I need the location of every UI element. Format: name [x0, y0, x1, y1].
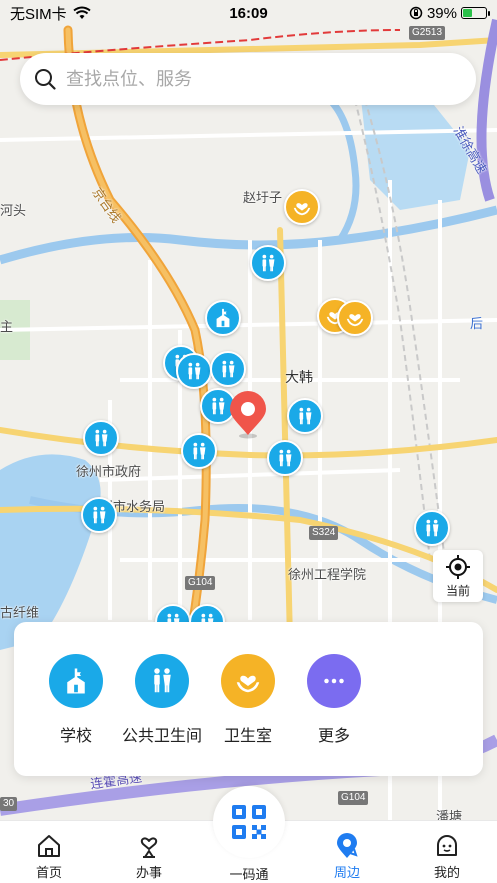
restroom-icon: [93, 506, 106, 524]
crosshair-icon: [446, 554, 470, 579]
category-school[interactable]: 学校: [26, 654, 126, 746]
road-badge-s324: S324: [309, 526, 339, 540]
restroom-pin[interactable]: [250, 245, 286, 281]
restroom-pin[interactable]: [287, 398, 323, 434]
tab-home[interactable]: 首页: [9, 821, 89, 883]
school-icon: [216, 308, 230, 328]
road-badge-g104-a: G104: [185, 576, 216, 590]
orientation-lock-icon: [409, 6, 423, 20]
tab-code-label: 一码通: [229, 867, 269, 882]
restroom-pin[interactable]: [210, 351, 246, 387]
status-bar: 无SIM卡 16:09 39%: [0, 0, 497, 26]
restroom-icon: [262, 254, 275, 272]
battery-percent: 39%: [426, 4, 457, 22]
locate-label: 当前: [445, 583, 470, 598]
restroom-pin[interactable]: [176, 353, 212, 389]
map-label-engineering-college: 徐州工程学院: [288, 567, 367, 582]
restroom-icon: [426, 519, 439, 537]
tab-label: 首页: [35, 865, 62, 880]
category-restroom[interactable]: 公共卫生间: [112, 654, 212, 746]
category-label: 学校: [59, 728, 92, 745]
battery-fill: [463, 9, 472, 17]
road-badge-g104-b: G104: [338, 791, 369, 805]
clinic-icon: [236, 675, 260, 693]
current-location-marker: [230, 391, 266, 439]
road-badge-g30: 30: [0, 797, 18, 811]
restroom-icon: [154, 668, 171, 693]
locate-current-button[interactable]: 当前: [433, 550, 483, 602]
map-label-zhu: 主: [0, 319, 14, 334]
search-input[interactable]: [66, 59, 476, 99]
school-category-icon: [49, 654, 103, 708]
more-category-icon: [307, 654, 361, 708]
restroom-icon: [279, 449, 292, 467]
map-label-zhao-yuzi: 赵圩子: [243, 190, 283, 205]
clinic-icon: [346, 314, 364, 327]
qr-code-icon: [232, 805, 266, 839]
restroom-icon: [212, 397, 225, 415]
school-icon: [67, 668, 85, 694]
restroom-pin[interactable]: [83, 420, 119, 456]
restroom-icon: [222, 360, 235, 378]
tab-mine[interactable]: 我的: [407, 821, 487, 883]
road-badge-g2513: G2513: [409, 26, 446, 40]
search-icon: [35, 69, 56, 90]
clinic-pin[interactable]: [284, 189, 320, 225]
tab-code[interactable]: [213, 786, 285, 858]
map-label-xian-wei: 古纤维: [0, 605, 40, 620]
restroom-icon: [299, 407, 312, 425]
wifi-icon: [73, 6, 91, 19]
tab-affairs[interactable]: 办事: [109, 821, 189, 883]
tab-label: 我的: [433, 865, 460, 880]
battery-icon: [461, 7, 490, 19]
school-pin[interactable]: [205, 300, 241, 336]
category-more[interactable]: 更多: [284, 654, 384, 746]
nearby-icon: [337, 833, 358, 858]
category-label: 公共卫生间: [121, 728, 202, 745]
category-panel: 学校 公共卫生间 卫生室 更多: [14, 622, 483, 776]
restroom-pin[interactable]: [181, 433, 217, 469]
more-icon: [324, 678, 344, 684]
restroom-icon: [95, 429, 108, 447]
category-label: 卫生室: [223, 728, 272, 745]
map-label-city-gov: 徐州市政府: [76, 464, 142, 479]
category-label: 更多: [317, 728, 350, 745]
restroom-pin[interactable]: [267, 440, 303, 476]
search-bar[interactable]: [20, 53, 476, 105]
home-icon: [38, 835, 60, 857]
restroom-icon: [193, 442, 206, 460]
map-label-hou: 后: [470, 316, 484, 331]
profile-icon: [437, 835, 457, 856]
clinic-pin[interactable]: [337, 300, 373, 336]
carrier-label: 无SIM卡: [10, 5, 67, 23]
tab-nearby[interactable]: 周边: [307, 821, 387, 883]
clinic-icon: [293, 203, 311, 216]
restroom-pin[interactable]: [414, 510, 450, 546]
restroom-pin[interactable]: [81, 497, 117, 533]
clinic-category-icon: [221, 654, 275, 708]
affairs-icon: [140, 837, 158, 858]
restroom-category-icon: [135, 654, 189, 708]
restroom-icon: [188, 362, 201, 380]
map-label-he-tou: 河头: [0, 203, 27, 218]
tab-label: 周边: [333, 865, 360, 880]
category-clinic[interactable]: 卫生室: [198, 654, 298, 746]
tab-label: 办事: [135, 865, 162, 880]
map-label-dahan: 大韩: [285, 369, 313, 385]
